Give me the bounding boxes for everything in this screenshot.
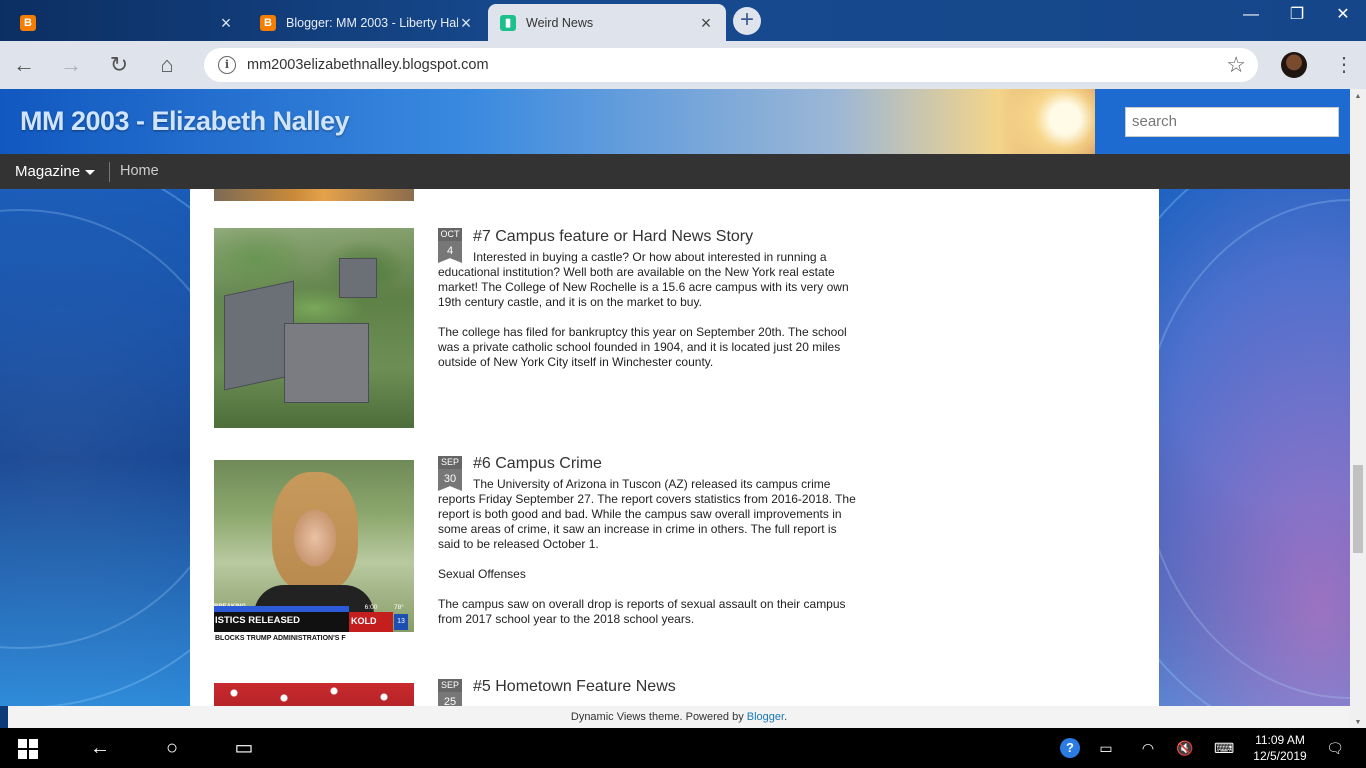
page-footer: Dynamic Views theme. Powered by Blogger. [8, 706, 1350, 728]
clock-date: 12/5/2019 [1253, 749, 1307, 763]
caret-down-icon [85, 169, 96, 175]
post-title[interactable]: #5 Hometown Feature News [473, 678, 676, 696]
station-logo: KOLD [349, 612, 393, 632]
post-paragraph: The campus saw on overall drop is report… [438, 597, 846, 626]
volume-muted-icon[interactable]: 🔇 [1175, 738, 1195, 758]
post-thumbnail-strawberries[interactable] [214, 683, 414, 706]
minimize-icon[interactable]: — [1228, 4, 1274, 26]
site-header: MM 2003 - Elizabeth Nalley search [0, 89, 1350, 179]
reload-icon[interactable]: ↻ [104, 51, 134, 79]
blogger-icon: B [20, 14, 36, 31]
post-paragraph: Interested in buying a castle? Or how ab… [438, 250, 849, 309]
tab-title: Weird News [526, 15, 594, 30]
scroll-down-arrow-icon[interactable]: ▼ [1350, 719, 1366, 726]
castle-building [339, 258, 377, 298]
windows-start-icon[interactable] [18, 739, 38, 759]
post-paragraph: Sexual Offenses [438, 567, 526, 581]
ticker-headline: ISTICS RELEASED [214, 612, 349, 632]
info-icon[interactable]: i [218, 56, 236, 74]
cortana-circle-icon[interactable]: ○ [160, 736, 184, 760]
post-thumbnail-castle[interactable] [214, 228, 414, 428]
close-tab-icon[interactable]: × [698, 14, 714, 32]
menu-divider [109, 162, 110, 182]
address-bar[interactable]: i mm2003elizabethnalley.blogspot.com ☆ [204, 48, 1258, 82]
bookmark-star-icon[interactable]: ☆ [1226, 52, 1246, 78]
post-paragraph: The college has filed for bankruptcy thi… [438, 325, 847, 369]
url-text[interactable]: mm2003elizabethnalley.blogspot.com [247, 57, 489, 73]
ticker-headline-text: ISTICS RELEASED [215, 615, 300, 626]
news-ticker: BREAKING 6:00 78° ISTICS RELEASED KOLD 1… [214, 604, 414, 646]
tab-blogger-1[interactable]: B × [8, 4, 246, 41]
site-title[interactable]: MM 2003 - Elizabeth Nalley [20, 106, 350, 137]
blogger-link[interactable]: Blogger [747, 711, 784, 723]
blogger-icon: B [260, 14, 276, 31]
post-date-badge: SEP 25 [438, 679, 462, 706]
browser-toolbar: ← → ↻ ⌂ i mm2003elizabethnalley.blogspot… [0, 41, 1366, 89]
notifications-icon[interactable]: 🗨 [1325, 738, 1345, 758]
back-arrow-icon[interactable]: ← [9, 51, 39, 79]
close-window-icon[interactable]: ✕ [1320, 4, 1366, 26]
scrollbar-thumb[interactable] [1353, 465, 1363, 553]
forward-arrow-icon[interactable]: → [56, 51, 86, 79]
ticker-crawl: BLOCKS TRUMP ADMINISTRATION'S F [214, 632, 414, 646]
taskbar-clock[interactable]: 11:09 AM 12/5/2019 [1244, 732, 1316, 764]
task-view-icon[interactable]: ▭ [232, 736, 256, 760]
scroll-up-arrow-icon[interactable]: ▲ [1350, 93, 1366, 100]
close-tab-icon[interactable]: × [458, 14, 474, 32]
back-arrow-icon[interactable]: ← [88, 736, 112, 760]
close-tab-icon[interactable]: × [218, 14, 234, 32]
page-scrollbar[interactable]: ▲ ▼ [1350, 89, 1366, 728]
more-menu-icon[interactable]: ⋮ [1334, 52, 1354, 78]
ticker-temp: 78° [394, 604, 404, 611]
ticker-time: 6:00 [364, 604, 378, 611]
restore-icon[interactable]: ❐ [1274, 4, 1320, 26]
battery-icon[interactable]: ▭ [1096, 738, 1116, 758]
previous-post-thumbnail[interactable] [214, 189, 414, 201]
post-day: 25 [438, 692, 462, 706]
post-body: The University of Arizona in Tuscon (AZ)… [438, 477, 858, 642]
post-body: Interested in buying a castle? Or how ab… [438, 250, 858, 385]
tab-strip: B × B Blogger: MM 2003 - Liberty Hall × … [0, 0, 1366, 41]
windows-taskbar: ← ○ ▭ ? ▭ ◠ 🔇 ⌨ 11:09 AM 12/5/2019 🗨 [0, 728, 1366, 768]
post-list: OCT 4 #7 Campus feature or Hard News Sto… [190, 189, 1159, 706]
new-tab-button[interactable]: + [733, 7, 761, 35]
tab-blogger-2[interactable]: B Blogger: MM 2003 - Liberty Hall × [248, 4, 486, 41]
help-icon[interactable]: ? [1060, 738, 1080, 758]
post-title[interactable]: #7 Campus feature or Hard News Story [473, 228, 753, 246]
profile-avatar[interactable] [1281, 52, 1307, 78]
tab-title: Blogger: MM 2003 - Liberty Hall [286, 15, 458, 30]
home-link[interactable]: Home [120, 163, 159, 179]
post-thumbnail-news-video[interactable]: BREAKING 6:00 78° ISTICS RELEASED KOLD 1… [214, 460, 414, 646]
castle-building [284, 323, 369, 403]
post-title[interactable]: #6 Campus Crime [473, 455, 602, 473]
post-month: SEP [438, 456, 462, 469]
site-menubar: Magazine Home [0, 154, 1350, 189]
clock-time: 11:09 AM [1255, 733, 1305, 747]
magazine-label: Magazine [15, 163, 81, 180]
keyboard-icon[interactable]: ⌨ [1214, 738, 1234, 758]
post-paragraph: The University of Arizona in Tuscon (AZ)… [438, 477, 856, 551]
magazine-dropdown[interactable]: Magazine [15, 163, 96, 180]
footer-suffix: . [784, 711, 788, 723]
footer-text: Dynamic Views theme. Powered by [570, 711, 747, 723]
wifi-icon[interactable]: ◠ [1138, 738, 1158, 758]
search-input[interactable]: search [1125, 107, 1339, 137]
thumbnail-person [272, 472, 358, 592]
home-icon[interactable]: ⌂ [152, 51, 182, 79]
weird-news-icon: ▮ [500, 14, 516, 31]
post-month: SEP [438, 679, 462, 692]
tab-weird-news[interactable]: ▮ Weird News × [488, 4, 726, 41]
page-viewport: MM 2003 - Elizabeth Nalley search Magazi… [0, 89, 1350, 706]
post-month: OCT [438, 228, 462, 241]
channel-number: 13 [394, 614, 408, 630]
